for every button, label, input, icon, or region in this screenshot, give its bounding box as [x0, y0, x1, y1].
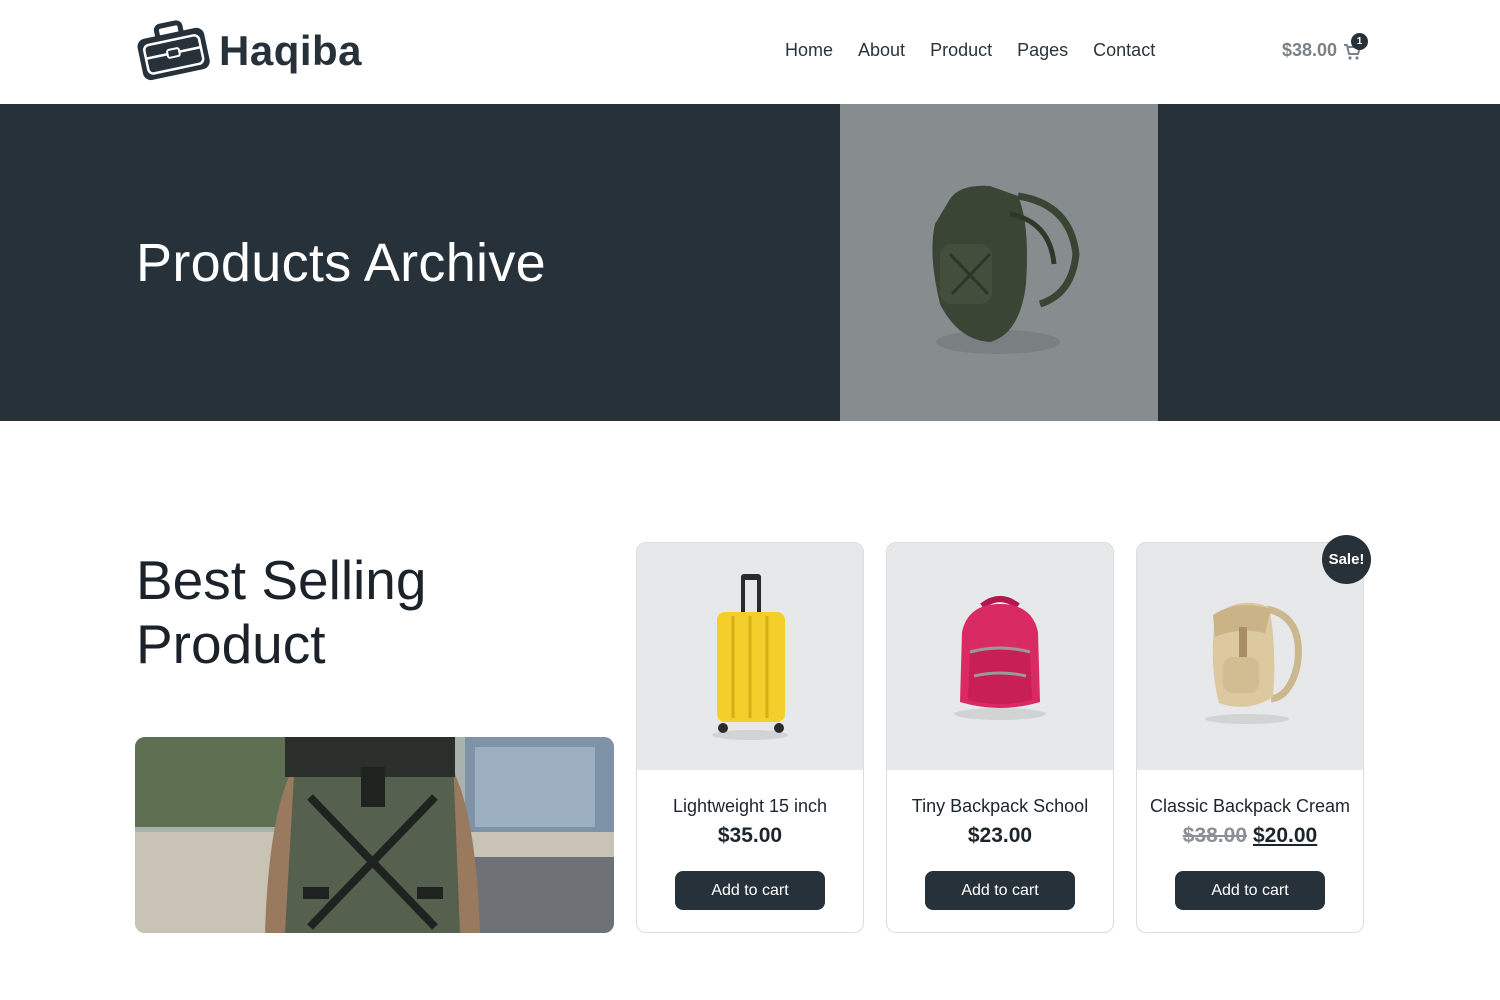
shopping-cart-icon: 1: [1343, 32, 1369, 61]
product-card[interactable]: Lightweight 15 inch $35.00 Add to cart: [636, 542, 864, 933]
main-nav: Home About Product Pages Contact: [785, 40, 1180, 61]
page-title: Products Archive: [136, 233, 546, 293]
product-price: $23.00: [887, 824, 1113, 848]
original-price: $38.00: [1182, 824, 1247, 847]
product-name[interactable]: Tiny Backpack School: [887, 796, 1113, 817]
briefcase-logo-icon: [137, 20, 210, 81]
brand-name: Haqiba: [219, 27, 363, 74]
product-price: $35.00: [637, 824, 863, 848]
backpack-lifestyle-photo: [135, 737, 614, 933]
current-price: $23.00: [967, 824, 1033, 847]
product-price: $38.00 $20.00: [1137, 824, 1363, 848]
site-logo[interactable]: Haqiba: [135, 20, 362, 82]
nav-pages[interactable]: Pages: [1017, 40, 1068, 61]
heading-line-1: Best Selling: [136, 549, 427, 611]
best-selling-heading: Best Selling Product: [136, 548, 556, 676]
hero-banner: Products Archive: [0, 104, 1500, 421]
sale-price: $20.00: [1253, 824, 1318, 847]
add-to-cart-button[interactable]: Add to cart: [1175, 871, 1325, 910]
nav-home[interactable]: Home: [785, 40, 833, 61]
pink-backpack-icon: [954, 595, 1046, 720]
nav-contact[interactable]: Contact: [1093, 40, 1155, 61]
cart-total: $38.00: [1282, 40, 1338, 60]
product-name[interactable]: Lightweight 15 inch: [637, 796, 863, 817]
heading-line-2: Product: [136, 613, 326, 675]
product-name[interactable]: Classic Backpack Cream: [1137, 796, 1363, 817]
yellow-suitcase-icon: [712, 573, 788, 740]
nav-product[interactable]: Product: [930, 40, 992, 61]
product-image[interactable]: [637, 543, 863, 770]
nav-about[interactable]: About: [858, 40, 905, 61]
sale-badge: Sale!: [1322, 535, 1371, 584]
product-image[interactable]: [887, 543, 1113, 770]
cream-backpack-icon: [1205, 602, 1302, 724]
product-card[interactable]: Classic Backpack Cream $38.00 $20.00 Add …: [1136, 542, 1364, 933]
current-price: $35.00: [717, 824, 783, 847]
add-to-cart-button[interactable]: Add to cart: [675, 871, 825, 910]
product-card[interactable]: Tiny Backpack School $23.00 Add to cart: [886, 542, 1114, 933]
hero-backpack-image: [840, 104, 1158, 421]
cart-link[interactable]: $38.00 1: [1282, 32, 1369, 61]
add-to-cart-button[interactable]: Add to cart: [925, 871, 1075, 910]
site-header: Haqiba Home About Product Pages Contact …: [0, 0, 1500, 104]
cart-count-badge: 1: [1351, 32, 1369, 50]
